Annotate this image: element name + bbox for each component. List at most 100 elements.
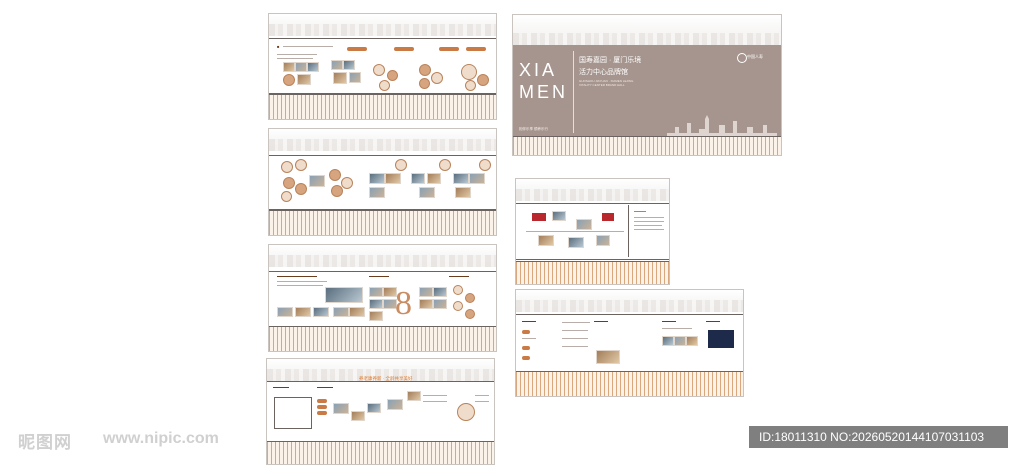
- photo: [576, 219, 592, 230]
- photo: [351, 411, 365, 421]
- photo: [674, 336, 686, 346]
- photo: [387, 399, 403, 410]
- board-panel-4: 养老康养新 · 全龄共享美好: [266, 358, 495, 465]
- stripe-decoration: [269, 326, 496, 351]
- heading-line: [449, 276, 469, 277]
- red-card: [602, 213, 614, 221]
- photo: [369, 287, 383, 297]
- photo: [367, 403, 381, 413]
- photo: [411, 173, 425, 184]
- stripe-decoration: [516, 371, 743, 396]
- text-line: [277, 281, 327, 282]
- photo: [349, 72, 361, 83]
- photo: [309, 175, 325, 187]
- photo: [369, 311, 383, 321]
- brand-logo-icon: [737, 53, 747, 63]
- top-divider: [516, 203, 669, 204]
- text-line: [562, 346, 588, 347]
- heading-line: [634, 211, 646, 212]
- photo: [552, 211, 566, 221]
- circle-photo: [331, 185, 343, 197]
- stripe-decoration: [516, 261, 669, 284]
- heading-line: [594, 321, 608, 322]
- board-panel-1: ■: [268, 13, 497, 120]
- photo: [433, 299, 447, 309]
- board-panel-6: [515, 178, 670, 285]
- photo: [343, 60, 355, 70]
- banner-title: 养老康养新 · 全龄共享美好: [359, 376, 413, 381]
- circle-photo: [465, 309, 475, 319]
- label-pill: [317, 399, 327, 403]
- label-pill: [439, 47, 459, 51]
- id-text: ID:18011310 NO:20260520144107031103: [759, 430, 985, 444]
- skyline-decoration: [269, 14, 496, 36]
- label-pill: [347, 47, 367, 51]
- photo: [331, 60, 343, 70]
- photo: [419, 187, 435, 198]
- id-bar: ID:18011310 NO:20260520144107031103: [749, 426, 1008, 448]
- top-divider: [269, 38, 496, 39]
- timeline: [526, 231, 624, 232]
- watermark-url: www.nipic.com: [103, 430, 219, 447]
- text-line: [562, 338, 588, 339]
- photo: [538, 235, 554, 246]
- photo: [369, 299, 383, 309]
- stripe-decoration: [269, 210, 496, 235]
- text-line: [277, 58, 313, 59]
- circle-photo: [457, 403, 475, 421]
- skyline-decoration: [516, 179, 669, 201]
- photo: [455, 187, 471, 198]
- dark-card: [708, 330, 734, 348]
- photo: [568, 237, 584, 248]
- hero-word-men: MEN: [519, 82, 568, 102]
- label-pill: [317, 405, 327, 409]
- text-line: [662, 328, 692, 329]
- circle-photo: [387, 70, 398, 81]
- text-line: [562, 322, 590, 323]
- photo: [333, 307, 349, 317]
- circle-photo: [379, 80, 390, 91]
- heading-line: [317, 387, 333, 388]
- text-line: [522, 338, 536, 339]
- badge-circle: [295, 159, 307, 171]
- text-line: [277, 285, 323, 286]
- photo: [596, 350, 620, 364]
- skyline-decoration: [513, 15, 781, 45]
- heading-line: [283, 46, 333, 47]
- circle-photo: [419, 78, 430, 89]
- board-panel-7: [515, 289, 744, 397]
- circle-photo: [477, 74, 489, 86]
- watermark-brand: 昵图网: [18, 433, 72, 452]
- top-divider: [269, 271, 496, 272]
- label-pill: [466, 47, 486, 51]
- top-divider: [269, 155, 496, 156]
- photo: [307, 62, 319, 72]
- top-divider: [516, 314, 743, 315]
- text-line: [634, 229, 664, 230]
- photo: [325, 287, 363, 303]
- hero-subtitle: GUOSHOU JIAYUAN · XIAMEN LEJING VITALITY…: [579, 79, 633, 87]
- circle-photo: [283, 74, 295, 86]
- text-line: [277, 54, 317, 55]
- photo: [297, 74, 311, 85]
- photo: [453, 173, 469, 184]
- photo: [333, 403, 349, 414]
- photo: [295, 307, 311, 317]
- skyline-decoration: [516, 290, 743, 312]
- skyline-decoration: [269, 245, 496, 267]
- circle-photo: [465, 80, 476, 91]
- photo: [313, 307, 329, 317]
- text-line: [423, 401, 447, 402]
- circle-photo: [419, 64, 431, 76]
- photo: [596, 235, 610, 246]
- hero-banner: XIA MEN 国寿嘉园 · 厦门乐境 活力中心品牌馆 GUOSHOU JIAY…: [513, 45, 781, 139]
- photo: [419, 299, 433, 309]
- vertical-divider: [628, 205, 629, 257]
- heading-line: [273, 387, 289, 388]
- heading-line: [369, 276, 389, 277]
- circle-photo: [295, 183, 307, 195]
- hero-panel: XIA MEN 国寿嘉园 · 厦门乐境 活力中心品牌馆 GUOSHOU JIAY…: [512, 14, 782, 156]
- section-heading: ■: [277, 44, 280, 49]
- photo: [283, 62, 295, 72]
- text-line: [634, 225, 662, 226]
